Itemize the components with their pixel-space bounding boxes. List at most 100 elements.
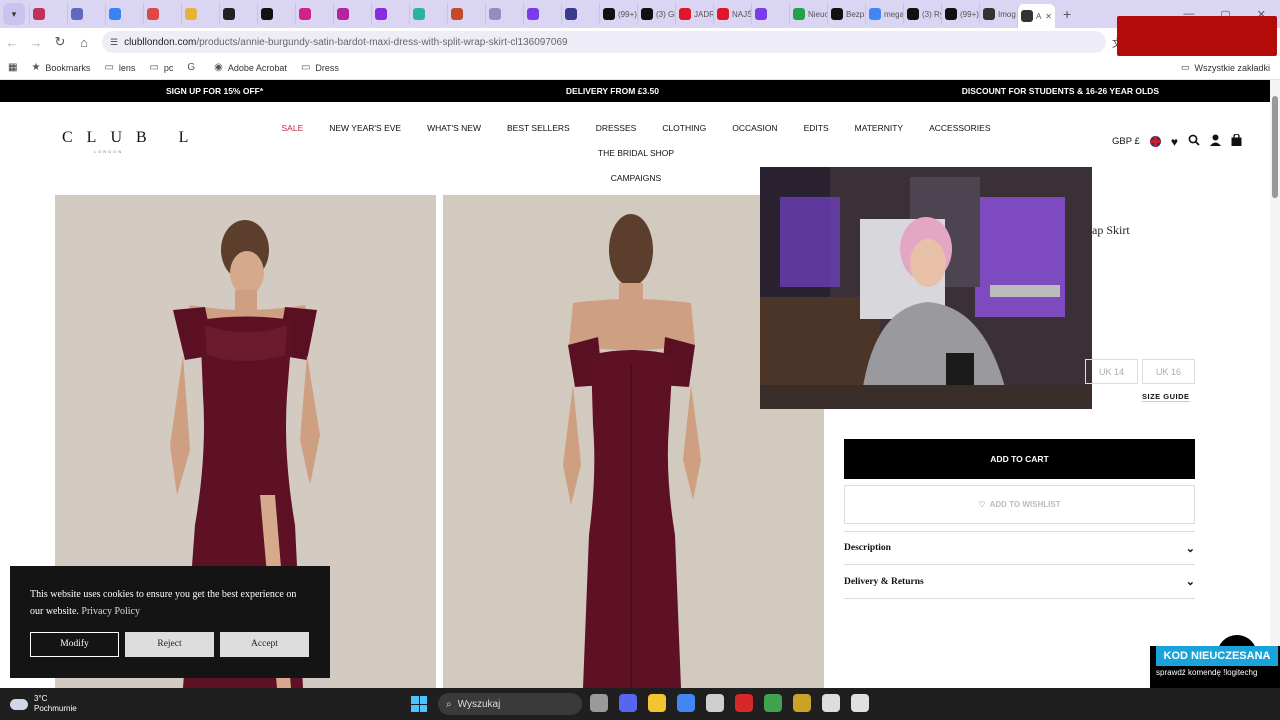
bookmark-item[interactable]: ★ Bookmarks [31,62,90,73]
size-option-uk14[interactable]: UK 14 [1085,359,1138,384]
size-guide-link[interactable]: SIZE GUIDE [1142,392,1190,402]
taskbar-app-icon[interactable] [677,694,695,712]
browser-tab[interactable]: (3) Ry [903,3,941,25]
browser-tab[interactable]: (99+) [599,3,637,25]
browser-tab[interactable] [67,3,105,25]
tab-favicon-icon [33,8,45,20]
browser-tab[interactable] [561,3,599,25]
browser-tab[interactable]: JADR [675,3,713,25]
tab-favicon-icon [451,8,463,20]
browser-tab[interactable] [371,3,409,25]
accordion-delivery-returns[interactable]: Delivery & Returns ⌄ [844,565,1195,599]
forward-arrow-icon[interactable]: → [24,35,48,50]
windows-start-icon[interactable] [411,696,427,712]
taskbar-app-icon[interactable] [764,694,782,712]
nav-item-campaigns[interactable]: CAMPAIGNS [611,172,661,185]
uk-flag-icon[interactable] [1149,136,1161,147]
taskbar-app-icon[interactable] [590,694,608,712]
heart-icon[interactable]: ♥ [1171,135,1178,149]
browser-tab[interactable]: (3) Gi [637,3,675,25]
browser-tab[interactable] [29,3,67,25]
taskbar-app-icon[interactable] [822,694,840,712]
browser-tab[interactable]: Imog [979,3,1017,25]
bookmark-item[interactable]: G [187,62,200,73]
new-tab-plus-icon[interactable]: + [1063,6,1071,22]
browser-tab[interactable]: Bezp [827,3,865,25]
taskbar-app-icon[interactable] [619,694,637,712]
privacy-policy-link[interactable]: Privacy Policy [81,606,140,617]
tab-search-chevron-icon[interactable]: ▾ [3,3,25,25]
bookmark-item[interactable]: ▭ lens [104,62,135,73]
nav-item-accessories[interactable]: ACCESSORIES [929,122,990,135]
browser-tab[interactable] [105,3,143,25]
close-tab-icon[interactable]: ✕ [1045,12,1052,21]
taskbar-app-icon[interactable] [851,694,869,712]
nav-item-edits[interactable]: EDITS [804,122,829,135]
search-icon[interactable] [1188,134,1200,149]
promo-signup[interactable]: SIGN UP FOR 15% OFF* [166,86,263,96]
taskbar-search[interactable]: ⌕ Wyszukaj [438,693,582,715]
currency-selector[interactable]: GBP £ [1112,136,1140,147]
browser-tab[interactable] [523,3,561,25]
account-icon[interactable] [1209,134,1221,149]
bookmark-item[interactable]: ◉ Adobe Acrobat [214,62,287,73]
browser-tab[interactable] [143,3,181,25]
cookie-modify-button[interactable]: Modify [30,632,119,657]
bag-icon[interactable] [1231,133,1242,149]
page-scrollbar-thumb[interactable] [1272,96,1278,198]
reload-icon[interactable]: ↻ [48,34,72,50]
bookmark-item[interactable]: ▭ Dress [301,62,339,73]
all-bookmarks[interactable]: ▭ Wszystkie zakładki [1181,62,1270,73]
browser-tab[interactable] [257,3,295,25]
taskbar-app-icon[interactable] [706,694,724,712]
stream-badge-subtitle: sprawdź komendę !logitechg [1156,668,1258,677]
add-to-cart-button[interactable]: ADD TO CART [844,439,1195,479]
browser-tab[interactable] [751,3,789,25]
weather-widget[interactable]: 3°C Pochmurnie [10,694,77,714]
browser-tab[interactable] [333,3,371,25]
nav-item-best-sellers[interactable]: BEST SELLERS [507,122,570,135]
tab-favicon-icon [717,8,729,20]
browser-tab[interactable]: mega [865,3,903,25]
nav-item-new-year-s-eve[interactable]: NEW YEAR'S EVE [329,122,401,135]
bookmark-item[interactable]: ▭ pc [149,62,173,73]
browser-tab[interactable] [485,3,523,25]
star-icon: ★ [31,62,41,73]
taskbar-app-icon[interactable] [648,694,666,712]
browser-tab[interactable] [181,3,219,25]
back-arrow-icon[interactable]: ← [0,35,24,50]
apps-grid-icon[interactable]: ▦ [8,62,17,73]
add-to-wishlist-button[interactable]: ♡ ADD TO WISHLIST [844,485,1195,524]
browser-tab[interactable] [409,3,447,25]
browser-tab[interactable] [295,3,333,25]
promo-discount[interactable]: DISCOUNT FOR STUDENTS & 16-26 YEAR OLDS [962,86,1159,96]
nav-item-clothing[interactable]: CLOTHING [662,122,706,135]
browser-tab[interactable]: NAJŚ [713,3,751,25]
folder-icon: ▭ [1180,62,1190,72]
taskbar-app-icon[interactable] [735,694,753,712]
accordion-description[interactable]: Description ⌄ [844,531,1195,565]
home-icon[interactable]: ⌂ [72,35,96,50]
browser-tab[interactable] [219,3,257,25]
size-option-uk16[interactable]: UK 16 [1142,359,1195,384]
nav-item-dresses[interactable]: DRESSES [596,122,637,135]
nav-item-what-s-new[interactable]: WHAT'S NEW [427,122,481,135]
site-settings-icon[interactable]: ☰ [110,37,118,48]
stream-badge: KOD NIEUCZESANA sprawdź komendę !logitec… [1150,646,1280,688]
site-logo[interactable]: CLUB L [62,129,202,147]
nav-item-maternity[interactable]: MATERNITY [855,122,903,135]
taskbar-app-icon[interactable] [793,694,811,712]
browser-tab[interactable]: Nieuc [789,3,827,25]
nav-item-sale[interactable]: SALE [282,122,304,135]
nav-item-occasion[interactable]: OCCASION [732,122,777,135]
url-field[interactable]: ☰ clubllondon.com/products/annie-burgund… [102,31,1106,53]
nav-item-the-bridal-shop[interactable]: THE BRIDAL SHOP [598,147,674,160]
tab-favicon-icon [261,8,273,20]
tab-favicon-icon [565,8,577,20]
promo-delivery[interactable]: DELIVERY FROM £3.50 [566,86,659,96]
browser-tab[interactable]: (99+) [941,3,979,25]
browser-tab[interactable] [447,3,485,25]
cookie-reject-button[interactable]: Reject [125,632,214,657]
cookie-accept-button[interactable]: Accept [220,632,309,657]
browser-tab[interactable]: A ✕ [1017,4,1055,28]
